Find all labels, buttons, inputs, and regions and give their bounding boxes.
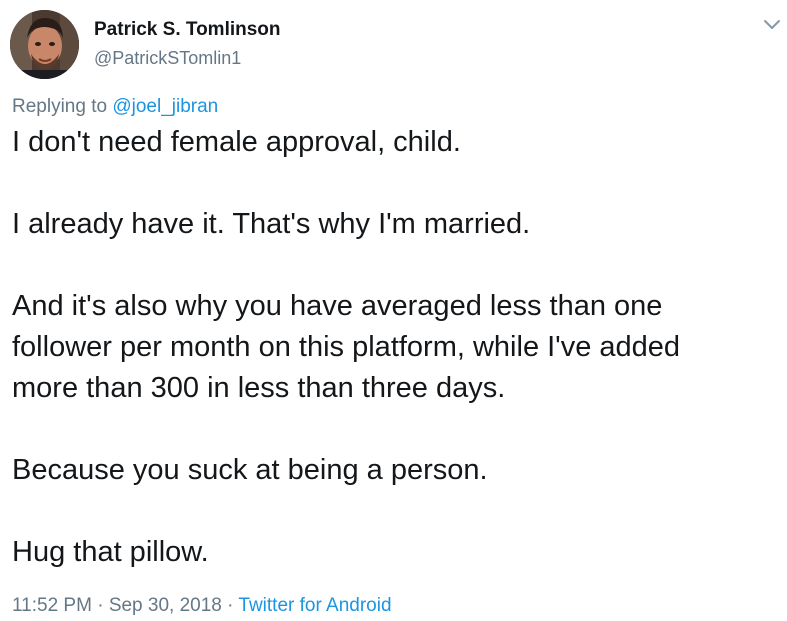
replying-to: Replying to @joel_jibran [12,96,218,118]
tweet-line: I already have it. That's why I'm marrie… [12,208,531,240]
tweet-line: Because you suck at being a person. [12,454,488,486]
tweet-paragraph: I already have it. That's why I'm marrie… [12,204,782,245]
tweet-paragraph: Hug that pillow. [12,532,782,573]
meta-separator: · [221,595,239,616]
tweet-paragraph: And it's also why you have averaged less… [12,286,782,409]
tweet-paragraph: I don't need female approval, child. [12,122,782,163]
tweet-card: Patrick S. Tomlinson @PatrickSTomlin1 Re… [0,0,787,621]
chevron-down-icon[interactable] [762,14,782,34]
author-handle[interactable]: @PatrickSTomlin1 [94,48,241,69]
meta-separator: · [91,595,109,616]
replying-to-label: Replying to [12,96,113,117]
profile-photo [10,10,79,79]
tweet-source-link[interactable]: Twitter for Android [238,595,391,616]
tweet-metadata: 11:52 PM · Sep 30, 2018 · Twitter for An… [12,595,392,617]
tweet-line: follower per month on this platform, whi… [12,331,681,363]
tweet-line: And it's also why you have averaged less… [12,290,663,322]
tweet-line: Hug that pillow. [12,536,209,568]
tweet-text: I don't need female approval, child. I a… [12,122,782,573]
tweet-time[interactable]: 11:52 PM [12,595,92,616]
author-name[interactable]: Patrick S. Tomlinson [94,19,281,41]
reply-mention-link[interactable]: @joel_jibran [112,96,218,117]
tweet-date[interactable]: Sep 30, 2018 [109,595,222,616]
tweet-line: I don't need female approval, child. [12,126,461,158]
avatar[interactable] [10,10,79,79]
tweet-paragraph: Because you suck at being a person. [12,450,782,491]
tweet-line: more than 300 in less than three days. [12,372,506,404]
